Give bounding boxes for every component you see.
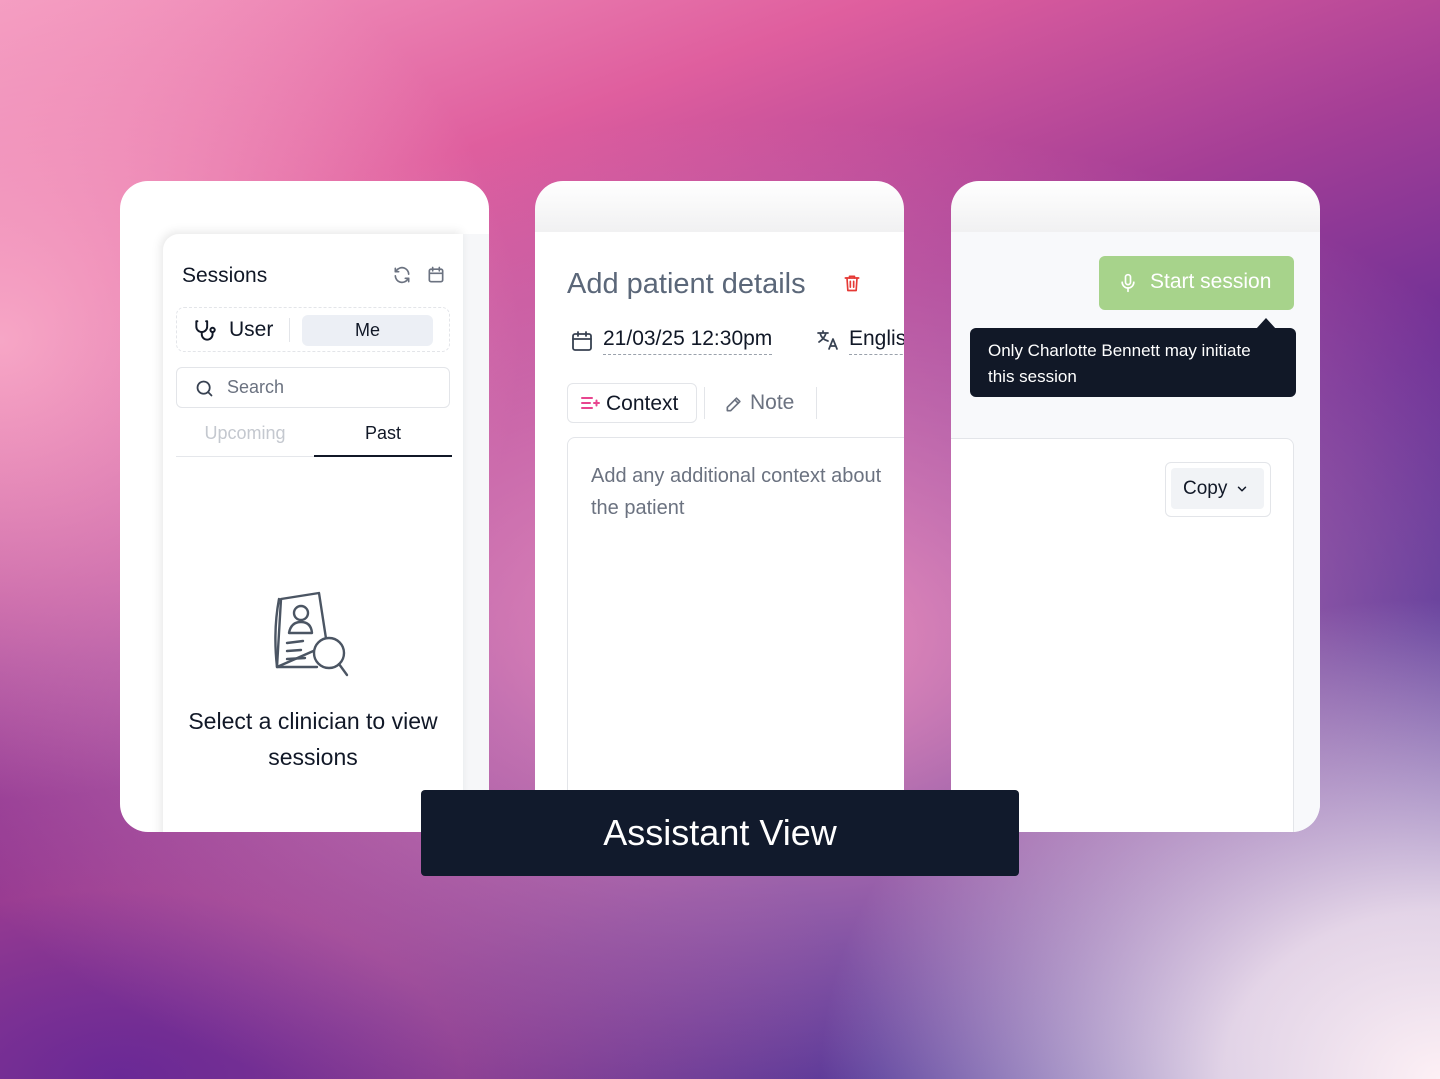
session-panel: Start session Only Charlotte Bennett may…: [951, 232, 1320, 832]
patient-record-search-icon: [271, 591, 355, 686]
divider: [704, 387, 705, 419]
stethoscope-icon: [192, 318, 218, 349]
translate-icon: [816, 328, 840, 357]
start-session-label: Start session: [1150, 270, 1272, 293]
sessions-card: Sessions User Me Search Upcoming Past Se…: [120, 181, 489, 832]
microphone-icon: [1118, 271, 1138, 300]
search-icon: [194, 378, 215, 404]
session-tabs: Upcoming Past: [176, 420, 452, 457]
tab-context-label: Context: [606, 392, 679, 415]
tab-note-label: Note: [750, 391, 795, 414]
pencil-icon: [724, 394, 744, 419]
sessions-toolbar: [392, 265, 446, 290]
active-tab-indicator: [314, 455, 452, 457]
chevron-down-icon: [1235, 482, 1249, 501]
calendar-icon: [570, 329, 594, 358]
sessions-panel: Sessions User Me Search Upcoming Past Se…: [163, 234, 463, 832]
tab-context[interactable]: Context: [567, 383, 697, 423]
start-session-button[interactable]: Start session: [1099, 256, 1294, 310]
sessions-title: Sessions: [182, 264, 268, 287]
context-textarea[interactable]: Add any additional context about the pat…: [567, 437, 904, 832]
clinician-filter-label: User: [229, 318, 274, 341]
trash-icon[interactable]: [842, 272, 862, 299]
empty-state-message: Select a clinician to view sessions: [188, 708, 438, 770]
clinician-select-me[interactable]: Me: [302, 315, 433, 346]
patient-details-card: Add patient details 21/03/25 12:30pm Eng…: [535, 181, 904, 832]
search-input[interactable]: Search: [176, 367, 450, 408]
refresh-icon[interactable]: [392, 265, 412, 290]
tooltip: Only Charlotte Bennett may initiate this…: [970, 328, 1296, 397]
copy-label: Copy: [1183, 478, 1228, 499]
patient-meta-row: 21/03/25 12:30pm English: [570, 325, 904, 357]
calendar-icon[interactable]: [426, 265, 446, 290]
view-banner: Assistant View: [421, 790, 1019, 876]
session-datetime[interactable]: 21/03/25 12:30pm: [603, 327, 773, 355]
copy-button[interactable]: Copy: [1171, 468, 1264, 509]
patient-details-panel: Add patient details 21/03/25 12:30pm Eng…: [535, 232, 904, 832]
page-title: Add patient details: [567, 268, 806, 300]
tab-past[interactable]: Past: [314, 423, 452, 444]
tab-upcoming[interactable]: Upcoming: [176, 423, 314, 444]
language-select[interactable]: English: [849, 327, 904, 355]
search-placeholder: Search: [227, 377, 285, 397]
copy-control: Copy: [1165, 462, 1271, 517]
context-placeholder: Add any additional context about the pat…: [591, 465, 882, 519]
divider: [289, 318, 290, 342]
banner-title: Assistant View: [603, 812, 837, 853]
clinician-filter[interactable]: User Me: [176, 307, 450, 352]
divider: [816, 387, 817, 419]
session-card: Start session Only Charlotte Bennett may…: [951, 181, 1320, 832]
context-list-icon: [580, 395, 600, 416]
sessions-background-strip: [463, 234, 489, 832]
